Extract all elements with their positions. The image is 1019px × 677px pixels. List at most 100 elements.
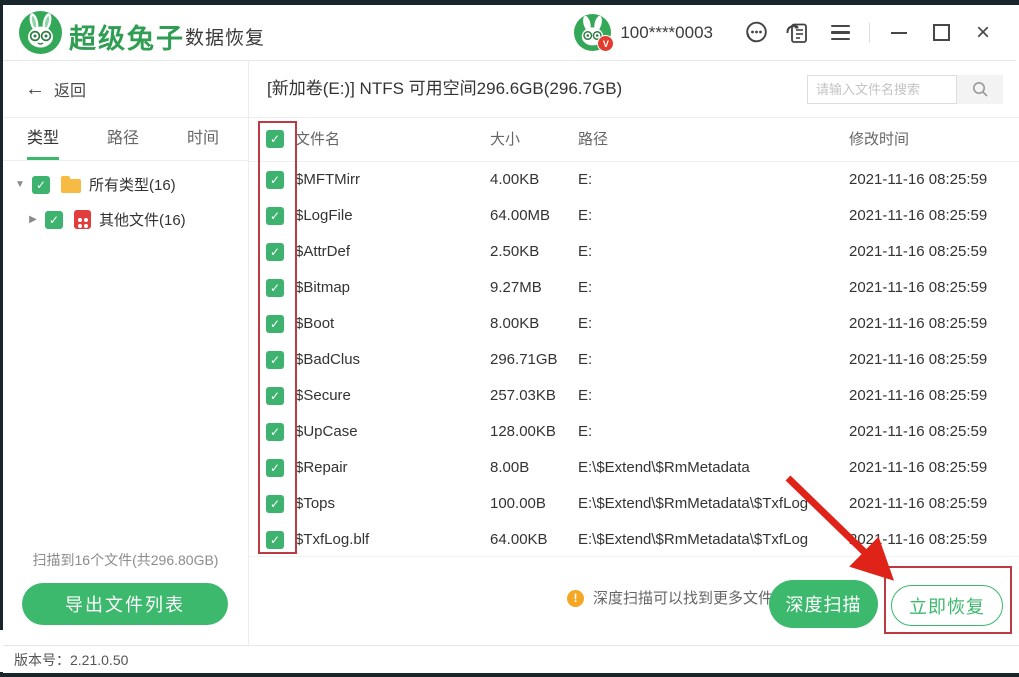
- file-modified: 2021-11-16 08:25:59: [849, 171, 988, 188]
- row-checkbox[interactable]: ✓: [266, 243, 284, 261]
- tab-path[interactable]: 路径: [83, 118, 163, 160]
- file-path: E:: [578, 423, 593, 440]
- table-row[interactable]: ✓ $Bitmap 9.27MB E: 2021-11-16 08:25:59: [249, 270, 1019, 306]
- menu-icon[interactable]: [825, 18, 855, 48]
- row-checkbox[interactable]: ✓: [266, 387, 284, 405]
- titlebar-controls: V 100****0003 ×: [574, 5, 1004, 60]
- file-size: 64.00MB: [490, 207, 551, 224]
- table-row[interactable]: ✓ $Tops 100.00B E:\$Extend\$RmMetadata\$Txf…: [249, 486, 1019, 522]
- file-name: $LogFile: [295, 207, 353, 224]
- file-path: E:: [578, 315, 593, 332]
- product-title: 数据恢复: [185, 28, 266, 49]
- tree-checkbox[interactable]: ✓: [32, 175, 50, 194]
- file-path: E:: [578, 243, 593, 260]
- row-checkbox[interactable]: ✓: [266, 531, 284, 549]
- back-button[interactable]: ← 返回: [3, 61, 248, 118]
- sidebar-tabs: 类型 路径 时间: [3, 118, 248, 161]
- file-size: 9.27MB: [490, 279, 542, 296]
- column-header-modified[interactable]: 修改时间: [849, 118, 909, 161]
- file-size: 2.50KB: [490, 243, 540, 260]
- action-bar: ! 深度扫描可以找到更多文件 深度扫描 立即恢复: [249, 556, 1019, 646]
- feedback-icon[interactable]: [783, 18, 813, 48]
- file-path: E:: [578, 279, 593, 296]
- folder-icon: [61, 176, 81, 193]
- scan-summary: 扫描到16个文件(共296.80GB): [32, 552, 219, 568]
- row-checkbox[interactable]: ✓: [266, 423, 284, 441]
- tree-checkbox[interactable]: ✓: [45, 210, 63, 229]
- row-checkbox[interactable]: ✓: [266, 171, 284, 189]
- search-button[interactable]: [957, 75, 1003, 104]
- file-modified: 2021-11-16 08:25:59: [849, 495, 988, 512]
- file-size: 257.03KB: [490, 387, 556, 404]
- user-avatar[interactable]: V: [574, 14, 615, 52]
- status-bar: 版本号：2.21.0.50: [3, 645, 1019, 673]
- row-checkbox[interactable]: ✓: [266, 459, 284, 477]
- export-file-list-button[interactable]: 导出文件列表: [22, 583, 228, 625]
- table-row[interactable]: ✓ $MFTMirr 4.00KB E: 2021-11-16 08:25:59: [249, 162, 1019, 198]
- table-row[interactable]: ✓ $LogFile 64.00MB E: 2021-11-16 08:25:59: [249, 198, 1019, 234]
- caret-right-icon[interactable]: ▶: [26, 214, 40, 225]
- maximize-button[interactable]: [926, 18, 956, 48]
- file-path: E:\$Extend\$RmMetadata\$TxfLog: [578, 531, 809, 548]
- tree-item-other-files[interactable]: ▶ ✓ 其他文件(16): [3, 202, 248, 237]
- file-modified: 2021-11-16 08:25:59: [849, 279, 988, 296]
- file-name: $Boot: [295, 315, 335, 332]
- file-path: E:\$Extend\$RmMetadata\$TxfLog: [578, 495, 809, 512]
- row-checkbox[interactable]: ✓: [266, 315, 284, 333]
- volume-title: [新加卷(E:)] NTFS 可用空间296.6GB(296.7GB): [267, 79, 623, 98]
- back-label: 返回: [54, 83, 87, 100]
- file-size: 128.00KB: [490, 423, 556, 440]
- select-all-checkbox[interactable]: ✓: [266, 130, 284, 148]
- column-header-name[interactable]: 文件名: [295, 118, 340, 161]
- row-checkbox[interactable]: ✓: [266, 495, 284, 513]
- volume-header: [新加卷(E:)] NTFS 可用空间296.6GB(296.7GB): [249, 61, 1019, 118]
- file-modified: 2021-11-16 08:25:59: [849, 459, 988, 476]
- deep-scan-button[interactable]: 深度扫描: [769, 580, 878, 628]
- table-row[interactable]: ✓ $BadClus 296.71GB E: 2021-11-16 08:25:59: [249, 342, 1019, 378]
- tree-item-all-types[interactable]: ▼ ✓ 所有类型(16): [3, 167, 248, 202]
- table-row[interactable]: ✓ $Repair 8.00B E:\$Extend\$RmMetadata 2021-…: [249, 450, 1019, 486]
- vip-badge: V: [597, 35, 615, 52]
- file-size: 100.00B: [490, 495, 546, 512]
- table-row[interactable]: ✓ $Secure 257.03KB E: 2021-11-16 08:25:59: [249, 378, 1019, 414]
- app-window: 超级兔子 数据恢复 V 100****0003 × ← 返回 类型 路径 时间 …: [0, 0, 1019, 677]
- account-number: 100****0003: [620, 22, 713, 42]
- file-path: E:: [578, 351, 593, 368]
- minimize-button[interactable]: [884, 18, 914, 48]
- file-size: 8.00B: [490, 459, 530, 476]
- close-button[interactable]: ×: [968, 18, 998, 48]
- table-row[interactable]: ✓ $TxfLog.blf 64.00KB E:\$Extend\$RmMetadat…: [249, 522, 1019, 558]
- file-path: E:: [578, 387, 593, 404]
- column-header-path[interactable]: 路径: [578, 118, 608, 161]
- file-modified: 2021-11-16 08:25:59: [849, 387, 988, 404]
- brand-title: 超级兔子: [69, 24, 185, 54]
- table-row[interactable]: ✓ $Boot 8.00KB E: 2021-11-16 08:25:59: [249, 306, 1019, 342]
- row-checkbox[interactable]: ✓: [266, 351, 284, 369]
- title-bar: 超级兔子 数据恢复 V 100****0003 ×: [3, 5, 1016, 61]
- caret-down-icon[interactable]: ▼: [13, 179, 27, 190]
- search-input[interactable]: [807, 75, 957, 104]
- file-path: E:: [578, 171, 593, 188]
- file-name: $AttrDef: [295, 243, 351, 260]
- file-modified: 2021-11-16 08:25:59: [849, 423, 988, 440]
- column-header-size[interactable]: 大小: [490, 118, 520, 161]
- row-checkbox[interactable]: ✓: [266, 207, 284, 225]
- file-size: 64.00KB: [490, 531, 548, 548]
- file-name: $UpCase: [295, 423, 358, 440]
- row-checkbox[interactable]: ✓: [266, 279, 284, 297]
- tab-time[interactable]: 时间: [163, 118, 243, 160]
- customer-service-icon[interactable]: [741, 18, 771, 48]
- other-file-icon: [74, 210, 91, 229]
- file-modified: 2021-11-16 08:25:59: [849, 207, 988, 224]
- back-arrow-icon: ←: [25, 77, 45, 100]
- recover-now-button[interactable]: 立即恢复: [891, 585, 1003, 626]
- file-size: 296.71GB: [490, 351, 558, 368]
- file-table-body: ✓ $MFTMirr 4.00KB E: 2021-11-16 08:25:59 ✓ $Lo…: [249, 162, 1019, 558]
- warning-icon: !: [567, 590, 584, 607]
- sidebar: ← 返回 类型 路径 时间 ▼ ✓ 所有类型(16) ▶ ✓ 其他文件(16) …: [3, 61, 249, 645]
- deep-scan-hint: 深度扫描可以找到更多文件: [593, 590, 774, 607]
- tab-type[interactable]: 类型: [3, 118, 83, 160]
- file-modified: 2021-11-16 08:25:59: [849, 315, 988, 332]
- table-row[interactable]: ✓ $UpCase 128.00KB E: 2021-11-16 08:25:59: [249, 414, 1019, 450]
- table-row[interactable]: ✓ $AttrDef 2.50KB E: 2021-11-16 08:25:59: [249, 234, 1019, 270]
